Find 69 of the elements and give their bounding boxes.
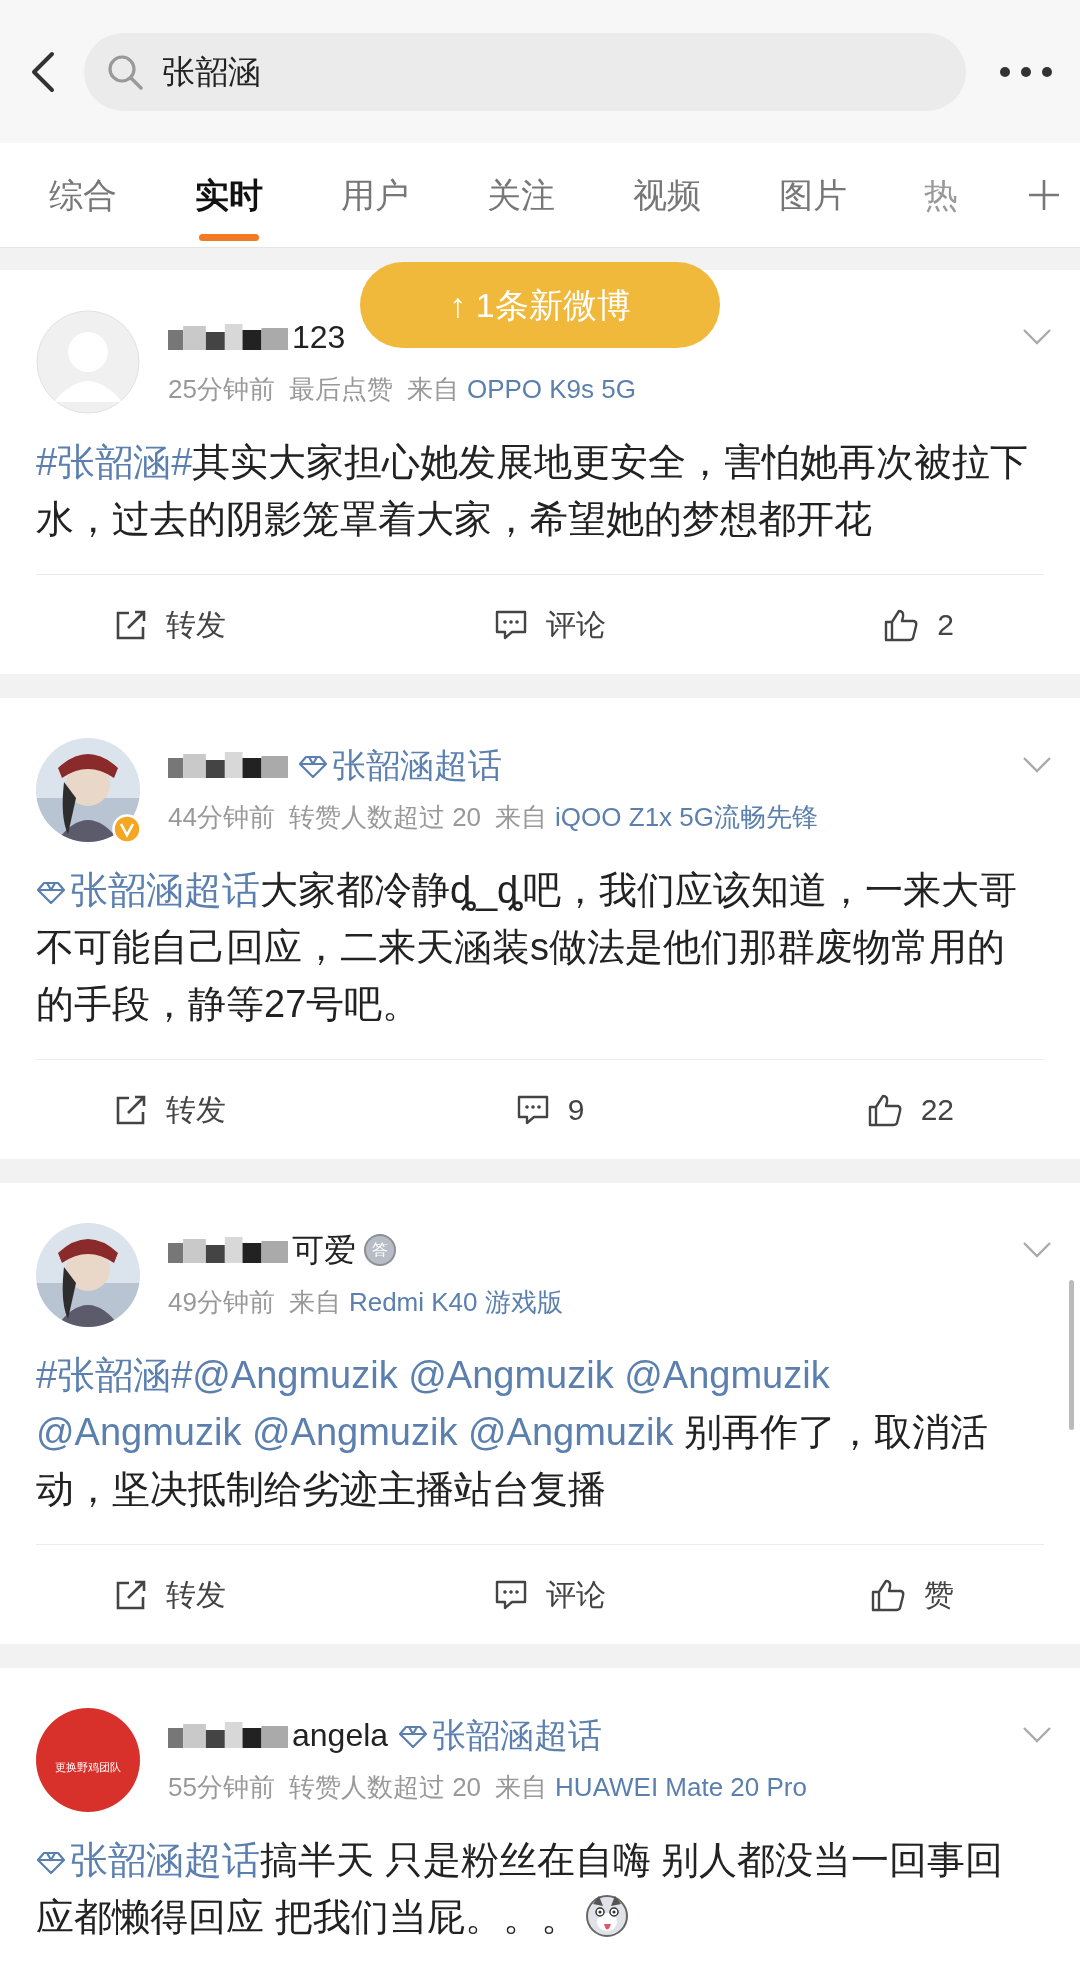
comment-button[interactable]: 9 <box>515 1087 585 1132</box>
post-source: 来自 Redmi K40 游戏版 <box>288 1286 563 1319</box>
post-time: 49分钟前 <box>168 1286 275 1319</box>
tab[interactable]: 图片 <box>740 143 886 247</box>
diamond-icon <box>36 881 66 905</box>
dropdown-icon[interactable] <box>1022 1726 1052 1744</box>
comment-icon <box>494 608 528 641</box>
diamond-icon <box>36 1851 66 1875</box>
post-text: 张韶涵超话搞半天 只是粉丝在自嗨 别人都没当一回事回应都懒得回应 把我们当屁。。。 <box>36 1838 1005 1940</box>
search-field[interactable]: 张韶涵 <box>84 32 966 111</box>
comment-icon <box>515 1093 550 1126</box>
post-note: 转赞人数超过 20 <box>288 801 482 834</box>
mention-link[interactable]: @Angmuzik <box>192 1354 398 1396</box>
post-text: 张韶涵超话大家都冷静ȡ_ȡ吧，我们应该知道，一来大哥不可能自己回应，二来天涵装s做法是他们那群废物常用的的手段，静等27号吧。 <box>36 868 1018 1027</box>
hashtag-link[interactable]: #张韶涵# <box>36 441 193 483</box>
add-icon[interactable] <box>1027 178 1061 212</box>
tab[interactable]: 关注 <box>448 143 594 247</box>
comment-button[interactable]: 评论 <box>494 1572 606 1617</box>
thumbs-up-icon <box>866 1092 903 1127</box>
post-time: 44分钟前 <box>168 801 275 834</box>
mention-link[interactable]: @Angmuzik <box>624 1354 830 1396</box>
mention-link[interactable]: @Angmuzik <box>36 1411 242 1453</box>
tab[interactable]: 热 <box>886 143 996 247</box>
tab[interactable]: 用户 <box>302 143 448 247</box>
like-button[interactable]: 赞 <box>870 1572 954 1617</box>
search-icon <box>106 52 144 91</box>
comment-icon <box>494 1578 528 1611</box>
username-fragment: 可爱 <box>292 1231 356 1270</box>
diamond-icon <box>298 754 328 779</box>
mention-link[interactable]: @Angmuzik <box>467 1411 674 1453</box>
post-note: 最后点赞 <box>288 373 393 406</box>
post-time: 25分钟前 <box>168 373 275 406</box>
dropdown-icon[interactable] <box>1022 756 1052 774</box>
super-topic-link[interactable]: 张韶涵超话 <box>298 739 502 791</box>
super-topic-link[interactable]: 张韶涵超话 <box>36 1839 260 1881</box>
post-text: #张韶涵#其实大家担心她发展地更安全，害怕她再次被拉下水，过去的阴影笼罩着大家，希望她的梦想都开花 <box>36 440 1030 542</box>
comment-button[interactable]: 评论 <box>494 602 606 647</box>
like-button[interactable]: 22 <box>866 1087 954 1132</box>
tab[interactable]: 实时 <box>156 143 302 247</box>
avatar[interactable]: 更换野鸡团队 <box>36 1708 140 1812</box>
post-source: 来自 OPPO K9s 5G <box>406 373 636 406</box>
post-source: 来自 iQOO Z1x 5G流畅先锋 <box>495 801 818 834</box>
super-topic-link[interactable]: 张韶涵超话 <box>36 869 260 911</box>
post-text: #张韶涵#@Angmuzik @Angmuzik @Angmuzik @Angmuzik @Angmuzik @Angmuzik 别再作了，取消活动，坚决抵制给劣迹主播站台复播 <box>36 1353 989 1512</box>
dropdown-icon[interactable] <box>1022 328 1052 346</box>
username-fragment: angela <box>292 1716 389 1755</box>
repost-button[interactable]: 转发 <box>114 1572 226 1617</box>
mention-link[interactable]: @Angmuzik <box>408 1354 614 1396</box>
post-note: 转赞人数超过 20 <box>288 1771 482 1804</box>
thumbs-up-icon <box>870 1577 906 1612</box>
dropdown-icon[interactable] <box>1022 1241 1052 1259</box>
repost-button[interactable]: 转发 <box>114 1087 226 1132</box>
like-button[interactable]: 2 <box>883 602 954 647</box>
dog-emoji-icon <box>584 1894 629 1938</box>
repost-button[interactable]: 转发 <box>114 602 226 647</box>
tab[interactable]: 视频 <box>594 143 740 247</box>
diamond-icon <box>398 1724 429 1749</box>
avatar[interactable] <box>36 310 140 414</box>
medal-badge: 答 <box>364 1234 396 1266</box>
post-time: 55分钟前 <box>168 1771 275 1804</box>
more-icon[interactable] <box>998 64 1054 79</box>
username-fragment: 123 <box>292 318 346 357</box>
mention-link[interactable]: @Angmuzik <box>252 1411 458 1453</box>
post-source: 来自 HUAWEI Mate 20 Pro <box>495 1771 807 1804</box>
tab[interactable]: 综合 <box>10 143 156 247</box>
hashtag-link[interactable]: #张韶涵# <box>36 1354 193 1396</box>
thumbs-up-icon <box>883 607 920 642</box>
avatar-text: 更换野鸡团队 <box>55 1759 121 1775</box>
super-topic-link[interactable]: 张韶涵超话 <box>398 1709 603 1761</box>
